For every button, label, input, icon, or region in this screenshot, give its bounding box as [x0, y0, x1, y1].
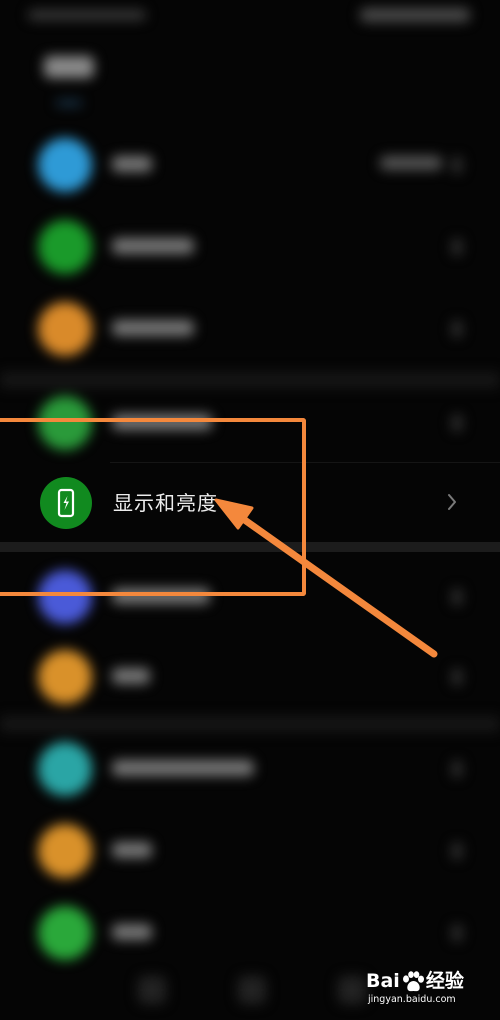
list-item[interactable]	[0, 728, 500, 810]
nav-back-button[interactable]	[138, 976, 166, 1004]
nav-recents-button[interactable]	[338, 976, 366, 1004]
paw-icon	[402, 970, 424, 991]
list-item[interactable]	[0, 124, 500, 206]
list-item-label	[112, 760, 254, 776]
settings-icon	[38, 824, 92, 878]
highlight-box	[0, 418, 306, 596]
list-item-label	[112, 668, 150, 684]
settings-icon	[38, 302, 92, 356]
page-title	[44, 56, 94, 78]
status-bar-right	[360, 8, 470, 22]
list-item[interactable]	[0, 206, 500, 288]
settings-icon	[38, 742, 92, 796]
settings-icon	[38, 138, 92, 192]
chevron-right-icon	[452, 925, 462, 941]
chevron-right-icon	[440, 490, 464, 514]
watermark-url: jingyan.baidu.com	[368, 994, 456, 1005]
chevron-right-icon	[452, 843, 462, 859]
list-item-label	[112, 842, 152, 858]
list-item-label	[112, 238, 194, 254]
settings-screen: 显示和亮度 Bai 经验 jingyan.baidu.com	[0, 0, 500, 1020]
chevron-right-icon	[452, 321, 462, 337]
search-hint	[56, 100, 82, 106]
list-item[interactable]	[0, 810, 500, 892]
status-bar	[0, 0, 500, 36]
list-item[interactable]	[0, 288, 500, 370]
chevron-right-icon	[452, 157, 462, 173]
settings-icon	[38, 906, 92, 960]
list-item-label	[112, 156, 152, 172]
nav-home-button[interactable]	[238, 976, 266, 1004]
list-item-label	[112, 924, 152, 940]
list-item[interactable]	[0, 892, 500, 974]
chevron-right-icon	[452, 669, 462, 685]
list-item-label	[112, 320, 194, 336]
baidu-jingyan-watermark: Bai 经验 jingyan.baidu.com	[366, 964, 476, 1012]
list-item-value	[380, 156, 442, 170]
watermark-brand: Bai 经验	[366, 966, 464, 993]
chevron-right-icon	[452, 761, 462, 777]
status-bar-left	[28, 10, 146, 20]
watermark-brand-suffix: 经验	[425, 970, 464, 992]
list-item[interactable]	[0, 636, 500, 718]
chevron-right-icon	[452, 589, 462, 605]
settings-icon	[38, 650, 92, 704]
settings-icon	[38, 220, 92, 274]
chevron-right-icon	[452, 415, 462, 431]
chevron-right-icon	[452, 239, 462, 255]
watermark-brand-prefix: Bai	[366, 970, 400, 992]
